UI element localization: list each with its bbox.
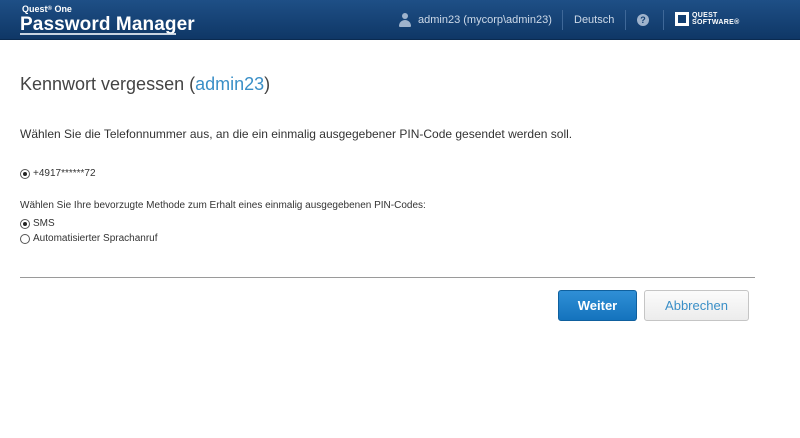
method-option-sms[interactable]: SMS (20, 218, 55, 229)
quest-software-logo: QUEST SOFTWARE® (675, 12, 740, 26)
phone-option[interactable]: +4917******72 (20, 168, 96, 179)
vendor-line-1: QUEST (692, 12, 718, 19)
method-label: Wählen Sie Ihre bevorzugte Methode zum E… (20, 200, 426, 211)
top-header: Quest® One Password Manager admin23 (myc… (0, 0, 800, 40)
help-button[interactable]: ? (637, 0, 649, 40)
divider (20, 277, 755, 278)
voice-call-radio[interactable] (20, 233, 30, 244)
brand-product-name: Password Manager (20, 14, 195, 35)
app-logo: Quest® One Password Manager (20, 4, 195, 35)
quest-mark-icon (675, 12, 689, 26)
language-selector[interactable]: Deutsch (574, 0, 614, 40)
current-user[interactable]: admin23 (mycorp\admin23) (398, 0, 552, 40)
brand-underline (20, 33, 176, 35)
page-title: Kennwort vergessen (admin23) (20, 74, 271, 94)
next-button[interactable]: Weiter (558, 290, 637, 321)
help-icon: ? (637, 14, 649, 26)
header-separator (562, 10, 563, 30)
sms-radio[interactable] (20, 218, 30, 229)
phone-number-label: +4917******72 (33, 168, 96, 179)
sms-label: SMS (33, 218, 55, 229)
phone-radio[interactable] (20, 168, 30, 179)
vendor-trademark: ® (734, 19, 740, 26)
brand-vendor-label: Quest® One (22, 4, 72, 14)
voice-call-label: Automatisierter Sprachanruf (33, 233, 158, 244)
cancel-button[interactable]: Abbrechen (644, 290, 749, 321)
header-separator (663, 10, 664, 30)
method-option-voice-call[interactable]: Automatisierter Sprachanruf (20, 233, 158, 244)
vendor-line-2: SOFTWARE (692, 19, 735, 26)
current-user-label: admin23 (mycorp\admin23) (418, 14, 552, 26)
header-separator (625, 10, 626, 30)
title-username: admin23 (195, 74, 265, 94)
instruction-text: Wählen Sie die Telefonnummer aus, an die… (20, 127, 573, 141)
user-icon (398, 13, 412, 27)
